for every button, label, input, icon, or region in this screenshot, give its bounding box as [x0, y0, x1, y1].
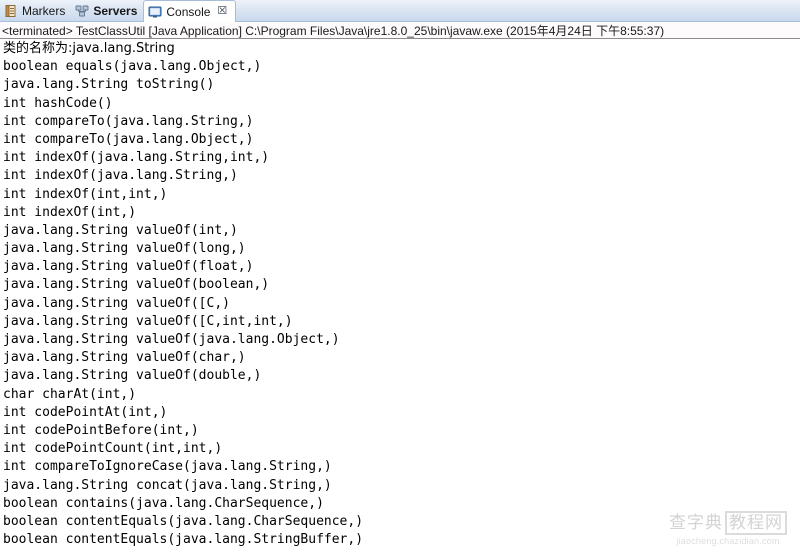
- tab-markers[interactable]: Markers: [0, 0, 71, 21]
- console-line: char charAt(int,): [3, 386, 137, 402]
- process-status-text: <terminated> TestClassUtil [Java Applica…: [2, 23, 665, 38]
- console-line: int compareToIgnoreCase(java.lang.String…: [3, 459, 332, 475]
- console-line: java.lang.String valueOf(boolean,): [3, 277, 270, 293]
- console-line: int indexOf(int,int,): [3, 186, 168, 202]
- servers-icon: [75, 4, 89, 18]
- console-line: int codePointBefore(int,): [3, 422, 199, 438]
- console-line: java.lang.String concat(java.lang.String…: [3, 477, 332, 493]
- console-line: int indexOf(java.lang.String,): [3, 168, 238, 184]
- console-line: int indexOf(java.lang.String,int,): [3, 150, 270, 166]
- process-status-line: <terminated> TestClassUtil [Java Applica…: [0, 22, 800, 39]
- console-line: boolean contentEquals(java.lang.CharSequ…: [3, 513, 364, 529]
- console-line: int codePointCount(int,int,): [3, 441, 223, 457]
- console-line: int indexOf(int,): [3, 204, 137, 220]
- console-line: java.lang.String valueOf(char,): [3, 350, 246, 366]
- close-icon[interactable]: ☒: [217, 6, 227, 17]
- console-line: boolean contains(java.lang.CharSequence,…: [3, 495, 324, 511]
- tab-markers-label: Markers: [22, 3, 66, 18]
- console-line: int compareTo(java.lang.Object,): [3, 131, 254, 147]
- console-line: java.lang.String valueOf(java.lang.Objec…: [3, 332, 340, 347]
- console-line: boolean contentEquals(java.lang.StringBu…: [3, 532, 364, 548]
- console-line: java.lang.String toString(): [3, 77, 215, 93]
- markers-icon: [4, 4, 18, 18]
- console-output[interactable]: 类的名称为:java.lang.String boolean equals(ja…: [0, 40, 800, 553]
- console-line: java.lang.String valueOf(float,): [3, 259, 254, 275]
- console-line: java.lang.String valueOf(double,): [3, 368, 262, 384]
- console-icon: [148, 5, 162, 19]
- console-line: int hashCode(): [3, 95, 113, 111]
- console-line: java.lang.String valueOf([C,int,int,): [3, 313, 293, 329]
- console-line: boolean equals(java.lang.Object,): [3, 59, 262, 75]
- console-line: java.lang.String valueOf([C,): [3, 295, 230, 311]
- console-line: 类的名称为:java.lang.String: [3, 41, 175, 56]
- view-tab-bar: Markers Servers Console ☒: [0, 0, 800, 22]
- console-line: java.lang.String valueOf(int,): [3, 222, 238, 238]
- console-line: int compareTo(java.lang.String,): [3, 113, 254, 129]
- tab-servers-label: Servers: [93, 3, 138, 18]
- tab-console[interactable]: Console ☒: [143, 0, 237, 22]
- console-line: java.lang.String valueOf(long,): [3, 241, 246, 257]
- tab-servers[interactable]: Servers: [71, 0, 143, 21]
- console-line: int codePointAt(int,): [3, 404, 168, 420]
- tab-console-label: Console: [166, 4, 211, 19]
